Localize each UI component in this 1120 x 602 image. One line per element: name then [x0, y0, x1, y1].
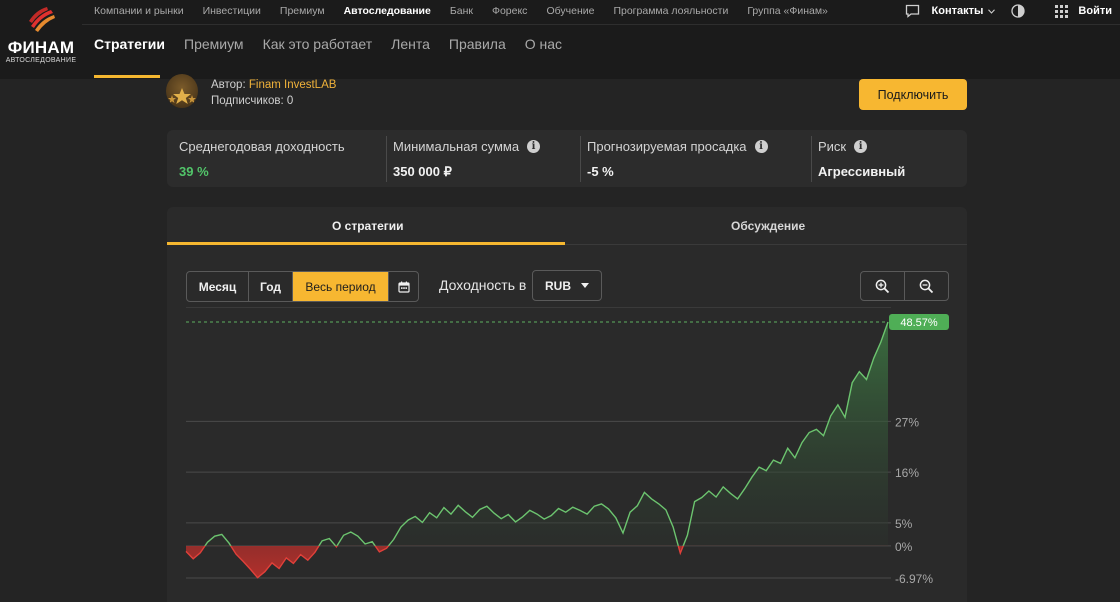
- top-divider: [82, 24, 1120, 25]
- stat-value: 39 %: [179, 164, 209, 179]
- section-nav-item[interactable]: Как это работает: [263, 36, 373, 52]
- chevron-down-icon[interactable]: [988, 8, 996, 14]
- top-nav-item[interactable]: Форекс: [492, 5, 527, 17]
- section-nav-item[interactable]: Лента: [391, 36, 430, 52]
- stat-value: -5 %: [587, 164, 614, 179]
- section-nav-item[interactable]: Правила: [449, 36, 506, 52]
- zoom-controls: [860, 271, 949, 301]
- active-tab-indicator: [167, 242, 565, 245]
- strategy-card: О стратегии Обсуждение Месяц Год Весь пе…: [167, 207, 967, 602]
- brand-subtitle: АВТОСЛЕДОВАНИЕ: [5, 57, 77, 64]
- calendar-icon[interactable]: [389, 272, 418, 301]
- tab-about-strategy[interactable]: О стратегии: [332, 219, 404, 233]
- positive-area: [205, 322, 888, 546]
- apps-grid-icon[interactable]: [1055, 4, 1069, 18]
- chevron-down-icon: [581, 283, 589, 288]
- subscribers-count: Подписчиков: 0: [211, 95, 294, 107]
- y-tick-label: 27%: [895, 415, 919, 429]
- active-section-indicator: [94, 75, 160, 78]
- top-nav-item[interactable]: Премиум: [280, 5, 325, 17]
- connect-button[interactable]: Подключить: [859, 79, 967, 110]
- contacts-link[interactable]: Контакты: [932, 5, 984, 17]
- strategy-stats: Среднегодовая доходность 39 % Минимальная …: [167, 130, 967, 187]
- returns-chart[interactable]: 27% 16% 5% 0% -6.97% 48.57%: [167, 307, 967, 602]
- zoom-in-icon[interactable]: [861, 272, 905, 300]
- section-nav: Стратегии Премиум Как это работает Лента Пра…: [94, 36, 562, 52]
- info-icon[interactable]: i: [754, 140, 768, 153]
- stat-label-text: Среднегодовая доходность: [179, 139, 345, 154]
- logo-mark-icon: [29, 7, 55, 32]
- top-nav-item[interactable]: Автоследование: [344, 5, 431, 17]
- y-tick-label: 5%: [895, 517, 913, 531]
- stat-label-text: Минимальная сумма: [393, 139, 520, 154]
- period-all-button[interactable]: Весь период: [293, 272, 389, 301]
- section-nav-item[interactable]: Премиум: [184, 36, 244, 52]
- info-icon[interactable]: i: [854, 140, 868, 153]
- current-value-label: 48.57%: [900, 317, 938, 329]
- currency-select[interactable]: RUB: [532, 270, 602, 301]
- section-nav-item[interactable]: О нас: [525, 36, 562, 52]
- stat-label: Прогнозируемая просадка i: [587, 139, 768, 154]
- author-prefix: Автор:: [211, 79, 246, 91]
- top-right-tools: Контакты Войти: [905, 0, 1120, 22]
- period-year-button[interactable]: Год: [249, 272, 293, 301]
- stat-value: 350 000 ₽: [393, 164, 452, 179]
- chat-icon[interactable]: [905, 4, 920, 18]
- stat-label-text: Риск: [818, 139, 847, 154]
- stat-label: Среднегодовая доходность: [179, 139, 345, 154]
- brand-name: ФИНАМ: [7, 38, 75, 57]
- top-nav-item[interactable]: Инвестиции: [203, 5, 261, 17]
- top-nav-item[interactable]: Программа лояльности: [613, 5, 728, 17]
- top-nav-item[interactable]: Банк: [450, 5, 473, 17]
- stat-label: Минимальная сумма i: [393, 139, 541, 154]
- stat-label-text: Прогнозируемая просадка: [587, 139, 747, 154]
- contrast-icon[interactable]: [1011, 4, 1026, 18]
- period-month-button[interactable]: Месяц: [187, 272, 249, 301]
- tab-divider: [565, 244, 967, 245]
- yield-currency-label: Доходность в: [439, 277, 527, 293]
- top-nav: Компании и рынки Инвестиции Премиум Автосле…: [94, 0, 828, 22]
- section-nav-item[interactable]: Стратегии: [94, 36, 165, 52]
- finam-logo[interactable]: ФИНАМ АВТОСЛЕДОВАНИЕ: [0, 0, 82, 79]
- top-nav-item[interactable]: Группа «Финам»: [747, 5, 828, 17]
- author-name-link[interactable]: Finam InvestLAB: [249, 79, 337, 91]
- stat-value: Агрессивный: [818, 164, 906, 179]
- top-nav-item[interactable]: Обучение: [546, 5, 594, 17]
- stat-divider: [580, 136, 581, 182]
- login-link[interactable]: Войти: [1078, 5, 1112, 17]
- zoom-out-icon[interactable]: [905, 272, 948, 300]
- info-icon[interactable]: i: [527, 140, 541, 153]
- author-line: Автор: Finam InvestLAB: [211, 79, 336, 91]
- y-tick-label: 16%: [895, 466, 919, 480]
- top-bar: ФИНАМ АВТОСЛЕДОВАНИЕ Компании и рынки Инв…: [0, 0, 1120, 79]
- stat-divider: [811, 136, 812, 182]
- currency-value: RUB: [545, 278, 571, 293]
- top-nav-item[interactable]: Компании и рынки: [94, 5, 184, 17]
- stat-label: Риск i: [818, 139, 868, 154]
- tab-discussion[interactable]: Обсуждение: [731, 219, 805, 233]
- period-selector: Месяц Год Весь период: [186, 271, 419, 302]
- y-tick-label: -6.97%: [895, 572, 933, 586]
- author-avatar[interactable]: [166, 74, 198, 108]
- stat-divider: [386, 136, 387, 182]
- y-tick-label: 0%: [895, 540, 913, 554]
